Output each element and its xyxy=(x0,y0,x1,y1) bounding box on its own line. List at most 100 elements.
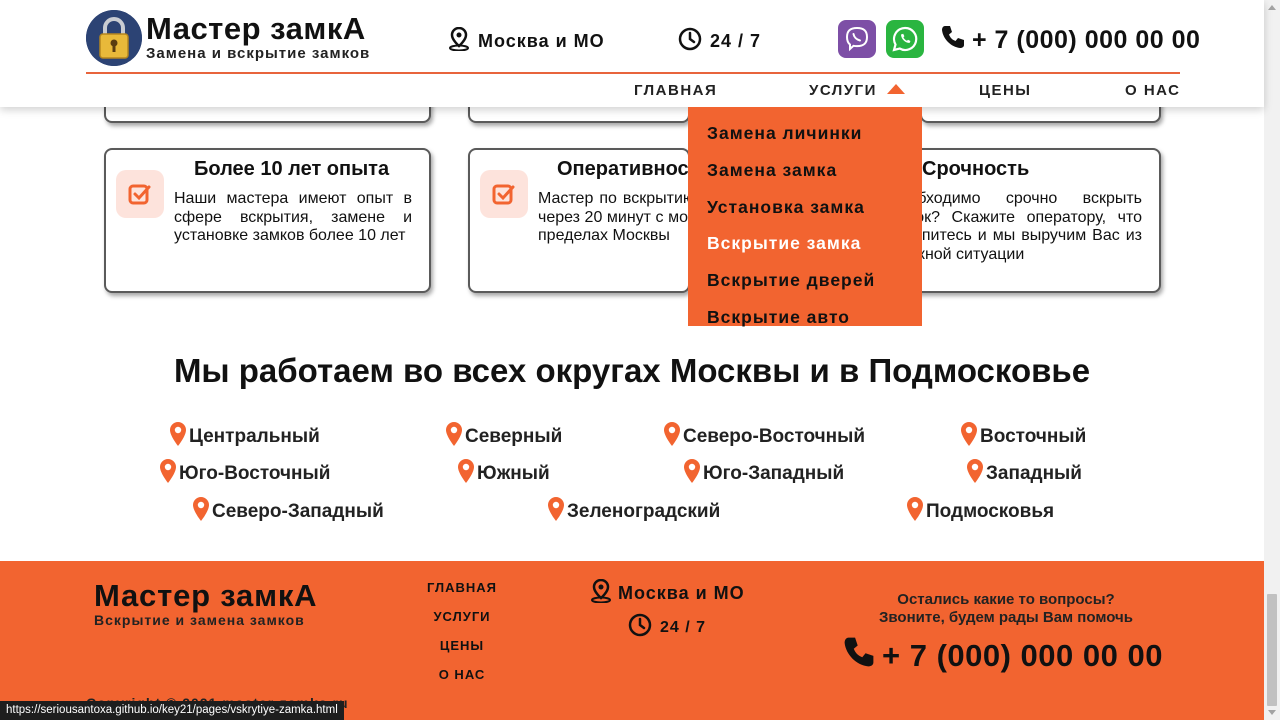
district-name: Северный xyxy=(465,426,563,447)
district-name: Юго-Западный xyxy=(703,463,845,484)
district-item: Юго-Западный xyxy=(684,459,844,489)
header-phone[interactable]: + 7 (000) 000 00 00 xyxy=(940,24,1200,57)
footer-hours: 24 / 7 xyxy=(628,613,706,642)
footer-nav: ГЛАВНАЯ УСЛУГИ ЦЕНЫ О НАС xyxy=(402,579,522,695)
map-pin-icon xyxy=(446,422,462,452)
checkbox-icon xyxy=(116,170,164,218)
phone-icon xyxy=(940,24,966,57)
district-item: Подмосковья xyxy=(907,497,1054,527)
district-name: Зеленоградский xyxy=(567,501,721,522)
nav-item-prices[interactable]: ЦЕНЫ xyxy=(979,82,1031,99)
nav-item-home[interactable]: ГЛАВНАЯ xyxy=(634,82,717,99)
district-item: Южный xyxy=(458,459,550,489)
footer-phone-text: + 7 (000) 000 00 00 xyxy=(882,638,1163,673)
dropdown-item-door-opening[interactable]: Вскрытие дверей xyxy=(688,262,922,299)
districts-title: Мы работаем во всех округах Москвы и в П… xyxy=(173,352,1091,389)
map-pin-icon xyxy=(170,422,186,452)
feature-title: Более 10 лет опыта xyxy=(194,158,390,180)
map-pin-icon xyxy=(664,422,680,452)
dropdown-item-lock-replace[interactable]: Замена замка xyxy=(688,152,922,189)
map-pin-icon xyxy=(548,497,564,527)
site-header: Мастер замкА Замена и вскрытие замков Мо… xyxy=(0,0,1264,107)
map-pin-icon xyxy=(907,497,923,527)
phone-text: + 7 (000) 000 00 00 xyxy=(972,26,1201,54)
footer-brand-title: Мастер замкА xyxy=(94,578,318,613)
footer-question: Остались какие то вопросы? Звоните, буде… xyxy=(856,591,1156,627)
footer-brand[interactable]: Мастер замкА Вскрытие и замена замков xyxy=(94,579,317,628)
district-name: Северо-Западный xyxy=(212,501,384,522)
caret-up-icon xyxy=(886,84,905,94)
district-name: Северо-Восточный xyxy=(683,426,866,447)
nav-item-services[interactable]: УСЛУГИ xyxy=(809,82,905,99)
location-pin-icon xyxy=(590,578,612,608)
scroll-down-arrow-icon[interactable] xyxy=(1268,710,1276,715)
clock-icon xyxy=(678,27,702,56)
district-name: Южный xyxy=(477,463,550,484)
page: Более 10 лет опыта Наши мастера имеют оп… xyxy=(0,0,1280,720)
whatsapp-icon[interactable] xyxy=(886,20,924,58)
brand-title: Мастер замкА xyxy=(146,11,366,46)
padlock-logo-icon[interactable] xyxy=(86,10,142,66)
footer-nav-prices[interactable]: ЦЕНЫ xyxy=(402,637,522,666)
scroll-up-arrow-icon[interactable] xyxy=(1268,5,1276,10)
footer-question-line2: Звоните, будем рады Вам помочь xyxy=(879,609,1133,626)
feature-card-experience: Более 10 лет опыта Наши мастера имеют оп… xyxy=(104,148,431,293)
footer-nav-about[interactable]: О НАС xyxy=(402,666,522,695)
district-name: Юго-Восточный xyxy=(179,463,331,484)
location-text: Москва и МО xyxy=(478,31,605,51)
page-scrollbar[interactable] xyxy=(1264,0,1280,720)
footer-location: Москва и МО xyxy=(590,578,745,608)
location-pin-icon xyxy=(448,26,470,56)
feature-title: Срочность xyxy=(922,158,1030,180)
dropdown-item-cylinder-replace[interactable]: Замена личинки xyxy=(688,115,922,152)
district-item: Северо-Западный xyxy=(193,497,384,527)
district-item: Восточный xyxy=(961,422,1086,452)
header-location: Москва и МО xyxy=(448,26,605,56)
hours-text: 24 / 7 xyxy=(710,31,762,51)
feature-card-speed: Оперативнос Мастер по вскрытию замков бу… xyxy=(468,148,690,293)
dropdown-item-car-opening[interactable]: Вскрытие авто xyxy=(688,299,922,336)
map-pin-icon xyxy=(193,497,209,527)
dropdown-item-lock-opening[interactable]: Вскрытие замка xyxy=(688,225,922,262)
map-pin-icon xyxy=(458,459,474,489)
district-name: Центральный xyxy=(189,426,320,447)
footer-location-text: Москва и МО xyxy=(618,583,745,603)
district-name: Подмосковья xyxy=(926,501,1055,522)
footer-nav-services[interactable]: УСЛУГИ xyxy=(402,608,522,637)
map-pin-icon xyxy=(961,422,977,452)
feature-text: Наши мастера имеют опыт в сфере вскрытия… xyxy=(174,190,412,244)
feature-text: Мастер по вскрытию замков будет через 20… xyxy=(538,190,690,244)
header-divider xyxy=(86,72,1180,74)
footer-brand-subtitle: Вскрытие и замена замков xyxy=(94,612,305,628)
viber-icon[interactable] xyxy=(838,20,876,58)
checkbox-icon xyxy=(480,170,528,218)
nav-services-label: УСЛУГИ xyxy=(809,82,877,99)
feature-title: Оперативнос xyxy=(557,158,689,180)
district-item: Юго-Восточный xyxy=(160,459,330,489)
scrollbar-thumb[interactable] xyxy=(1267,594,1277,706)
district-item: Зеленоградский xyxy=(548,497,720,527)
map-pin-icon xyxy=(160,459,176,489)
footer-nav-home[interactable]: ГЛАВНАЯ xyxy=(402,579,522,608)
district-item: Северо-Восточный xyxy=(664,422,865,452)
brand-subtitle: Замена и вскрытие замков xyxy=(146,45,371,62)
district-item: Северный xyxy=(446,422,562,452)
main-nav: ГЛАВНАЯ УСЛУГИ ЦЕНЫ О НАС xyxy=(0,82,1264,100)
district-item: Западный xyxy=(967,459,1082,489)
district-name: Западный xyxy=(986,463,1082,484)
feature-text: Необходимо срочно вскрыть замок? Скажите… xyxy=(888,190,1142,263)
link-status-bar: https://seriousantoxa.github.io/key21/pa… xyxy=(0,701,344,720)
nav-item-about[interactable]: О НАС xyxy=(1125,82,1180,99)
map-pin-icon xyxy=(684,459,700,489)
services-dropdown: Замена личинки Замена замка Установка за… xyxy=(688,107,922,327)
brand[interactable]: Мастер замкА Замена и вскрытие замков xyxy=(146,12,370,62)
district-item: Центральный xyxy=(170,422,320,452)
site-footer: Мастер замкА Вскрытие и замена замков ГЛ… xyxy=(0,561,1264,720)
phone-icon xyxy=(842,635,876,677)
dropdown-item-lock-install[interactable]: Установка замка xyxy=(688,189,922,226)
header-hours: 24 / 7 xyxy=(678,27,761,56)
clock-icon xyxy=(628,613,652,642)
map-pin-icon xyxy=(967,459,983,489)
district-name: Восточный xyxy=(980,426,1087,447)
footer-phone[interactable]: + 7 (000) 000 00 00 xyxy=(842,635,1163,677)
